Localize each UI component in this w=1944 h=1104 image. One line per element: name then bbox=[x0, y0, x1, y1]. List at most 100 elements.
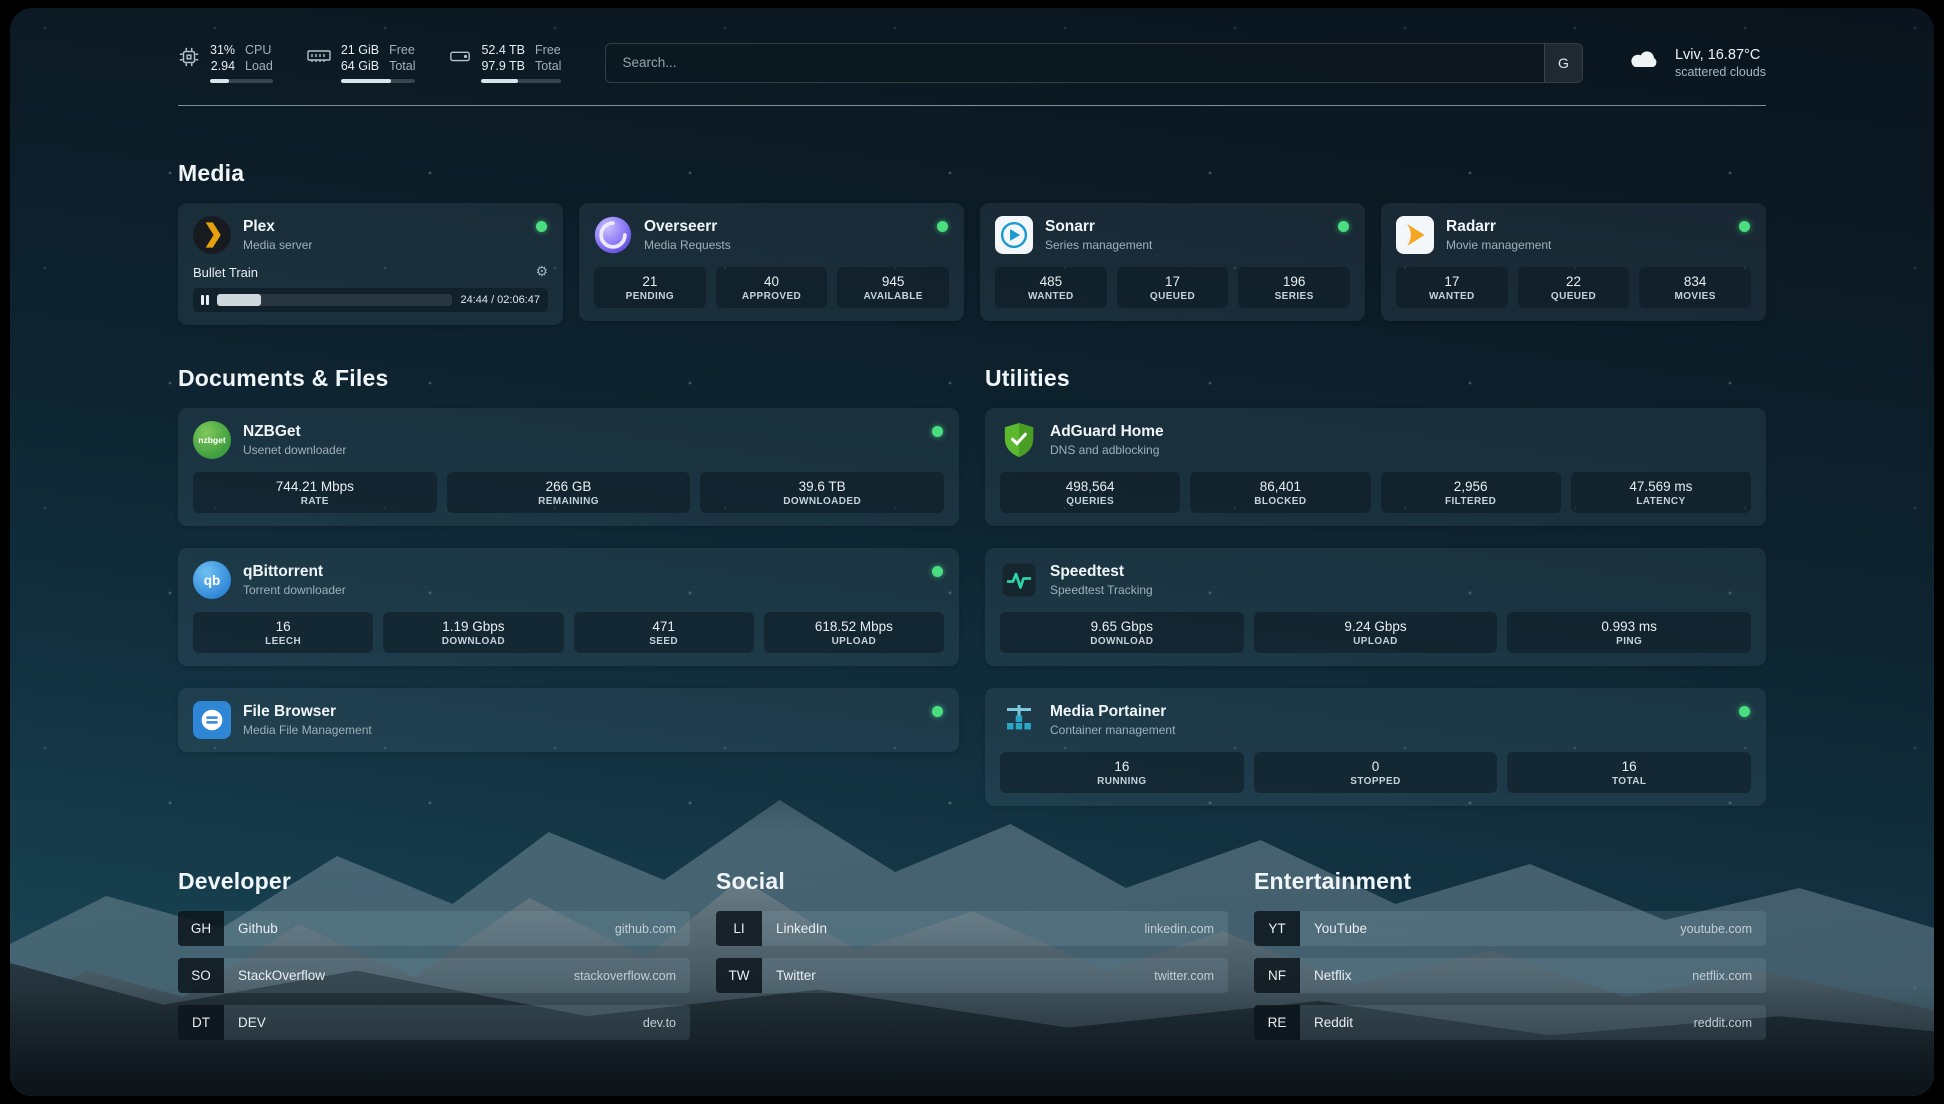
bookmark-reddit[interactable]: RE Reddit reddit.com bbox=[1254, 1005, 1766, 1040]
plex-icon bbox=[193, 216, 231, 254]
youtube-abbr-icon: YT bbox=[1254, 911, 1300, 946]
plex-media-bar: 24:44 / 02:06:47 bbox=[193, 288, 548, 312]
stat-label: LATENCY bbox=[1575, 496, 1747, 507]
disk-free-value: 52.4 TB bbox=[481, 42, 525, 58]
memory-total-value: 64 GiB bbox=[341, 58, 379, 74]
overseerr-stats: 21 PENDING 40 APPROVED 945 AVAILABLE bbox=[594, 267, 949, 308]
stat-value: 47.569 ms bbox=[1575, 479, 1747, 494]
weather-widget[interactable]: Lviv, 16.87°C scattered clouds bbox=[1627, 47, 1766, 79]
portainer-stats: 16 RUNNING 0 STOPPED 16 TOTAL bbox=[1000, 752, 1751, 793]
weather-location: Lviv, 16.87°C bbox=[1675, 47, 1766, 63]
stat-value: 17 bbox=[1400, 274, 1504, 289]
disk-progress-fill bbox=[481, 79, 518, 83]
overseerr-name: Overseerr bbox=[644, 218, 731, 236]
pause-button[interactable] bbox=[201, 295, 209, 305]
stat-label: AVAILABLE bbox=[841, 291, 945, 302]
bookmark-netflix[interactable]: NF Netflix netflix.com bbox=[1254, 958, 1766, 993]
plex-subtitle: Media server bbox=[243, 238, 312, 252]
service-card-portainer[interactable]: Media Portainer Container management 16 … bbox=[985, 688, 1766, 806]
stat-approved: 40 APPROVED bbox=[716, 267, 828, 308]
github-abbr-icon: GH bbox=[178, 911, 224, 946]
stat-label: RATE bbox=[197, 496, 433, 507]
bookmark-linkedin[interactable]: LI LinkedIn linkedin.com bbox=[716, 911, 1228, 946]
stat-label: UPLOAD bbox=[768, 636, 940, 647]
search-input[interactable] bbox=[606, 44, 1544, 82]
memory-free-value: 21 GiB bbox=[341, 42, 379, 58]
bookmark-label: Twitter bbox=[776, 968, 816, 983]
service-card-overseerr[interactable]: Overseerr Media Requests 21 PENDING 40 A… bbox=[579, 203, 964, 321]
stat-wanted: 485 WANTED bbox=[995, 267, 1107, 308]
memory-total-label: Total bbox=[389, 58, 415, 74]
portainer-name: Media Portainer bbox=[1050, 703, 1175, 721]
bookmark-label: Github bbox=[238, 921, 278, 936]
service-card-plex[interactable]: Plex Media server Bullet Train ⚙ bbox=[178, 203, 563, 325]
bookmark-label: DEV bbox=[238, 1015, 266, 1030]
stat-value: 86,401 bbox=[1194, 479, 1366, 494]
portainer-icon bbox=[1000, 701, 1038, 739]
stat-upload: 618.52 Mbps UPLOAD bbox=[764, 612, 944, 653]
service-card-radarr[interactable]: Radarr Movie management 17 WANTED 22 QUE… bbox=[1381, 203, 1766, 321]
documents-section-title: Documents & Files bbox=[178, 365, 959, 392]
plex-time-display: 24:44 / 02:06:47 bbox=[460, 294, 540, 306]
plex-progress-track[interactable] bbox=[217, 294, 453, 306]
qbittorrent-status-dot bbox=[932, 566, 943, 577]
dashboard-screen: 31% 2.94 CPU Load bbox=[10, 8, 1934, 1096]
stat-label: SEED bbox=[578, 636, 750, 647]
bookmark-dev[interactable]: DT DEV dev.to bbox=[178, 1005, 690, 1040]
stat-value: 834 bbox=[1643, 274, 1747, 289]
bookmark-youtube[interactable]: YT YouTube youtube.com bbox=[1254, 911, 1766, 946]
bookmark-github[interactable]: GH Github github.com bbox=[178, 911, 690, 946]
filebrowser-subtitle: Media File Management bbox=[243, 723, 372, 737]
plex-now-playing-title: Bullet Train bbox=[193, 265, 258, 280]
bookmark-url: github.com bbox=[615, 922, 676, 936]
stat-value: 16 bbox=[197, 619, 369, 634]
adguard-name: AdGuard Home bbox=[1050, 423, 1164, 441]
bookmark-group-entertainment: Entertainment YT YouTube youtube.com NF … bbox=[1254, 868, 1766, 1040]
service-card-adguard[interactable]: AdGuard Home DNS and adblocking 498,564 … bbox=[985, 408, 1766, 526]
gear-icon[interactable]: ⚙ bbox=[535, 264, 548, 280]
search-bar: G bbox=[605, 43, 1583, 83]
overseerr-icon bbox=[594, 216, 632, 254]
stat-wanted: 17 WANTED bbox=[1396, 267, 1508, 308]
stat-value: 16 bbox=[1511, 759, 1747, 774]
disk-free-label: Free bbox=[535, 42, 561, 58]
service-card-filebrowser[interactable]: File Browser Media File Management bbox=[178, 688, 959, 752]
stat-label: LEECH bbox=[197, 636, 369, 647]
plex-progress-fill bbox=[217, 294, 262, 306]
stat-value: 266 GB bbox=[451, 479, 687, 494]
filebrowser-status-dot bbox=[932, 706, 943, 717]
netflix-abbr-icon: NF bbox=[1254, 958, 1300, 993]
adguard-stats: 498,564 QUERIES 86,401 BLOCKED 2,956 FIL… bbox=[1000, 472, 1751, 513]
service-card-nzbget[interactable]: nzbget NZBGet Usenet downloader 744.21 M… bbox=[178, 408, 959, 526]
service-card-sonarr[interactable]: Sonarr Series management 485 WANTED 17 Q… bbox=[980, 203, 1365, 321]
filebrowser-icon bbox=[193, 701, 231, 739]
radarr-name: Radarr bbox=[1446, 218, 1551, 236]
stat-movies: 834 MOVIES bbox=[1639, 267, 1751, 308]
bookmark-url: linkedin.com bbox=[1145, 922, 1214, 936]
cpu-load-value: 2.94 bbox=[211, 58, 235, 74]
social-section-title: Social bbox=[716, 868, 1228, 895]
bookmark-stackoverflow[interactable]: SO StackOverflow stackoverflow.com bbox=[178, 958, 690, 993]
stat-value: 945 bbox=[841, 274, 945, 289]
service-card-qbittorrent[interactable]: qb qBittorrent Torrent downloader 16 LEE… bbox=[178, 548, 959, 666]
search-provider-button[interactable]: G bbox=[1544, 44, 1582, 82]
memory-icon bbox=[307, 46, 331, 71]
topbar: 31% 2.94 CPU Load bbox=[178, 42, 1766, 83]
service-card-speedtest[interactable]: Speedtest Speedtest Tracking 9.65 Gbps D… bbox=[985, 548, 1766, 666]
disk-total-value: 97.9 TB bbox=[481, 58, 525, 74]
nzbget-stats: 744.21 Mbps RATE 266 GB REMAINING 39.6 T… bbox=[193, 472, 944, 513]
dev-abbr-icon: DT bbox=[178, 1005, 224, 1040]
stat-latency: 47.569 ms LATENCY bbox=[1571, 472, 1751, 513]
cpu-load-label: Load bbox=[245, 58, 273, 74]
topbar-divider bbox=[178, 105, 1766, 106]
sonarr-stats: 485 WANTED 17 QUEUED 196 SERIES bbox=[995, 267, 1350, 308]
dashboard-content: 31% 2.94 CPU Load bbox=[10, 42, 1934, 1074]
stat-label: BLOCKED bbox=[1194, 496, 1366, 507]
bookmark-group-social: Social LI LinkedIn linkedin.com TW Twitt… bbox=[716, 868, 1228, 1040]
stat-seed: 471 SEED bbox=[574, 612, 754, 653]
bookmark-twitter[interactable]: TW Twitter twitter.com bbox=[716, 958, 1228, 993]
stat-queries: 498,564 QUERIES bbox=[1000, 472, 1180, 513]
sonarr-icon bbox=[995, 216, 1033, 254]
stat-value: 196 bbox=[1242, 274, 1346, 289]
adguard-subtitle: DNS and adblocking bbox=[1050, 443, 1164, 457]
